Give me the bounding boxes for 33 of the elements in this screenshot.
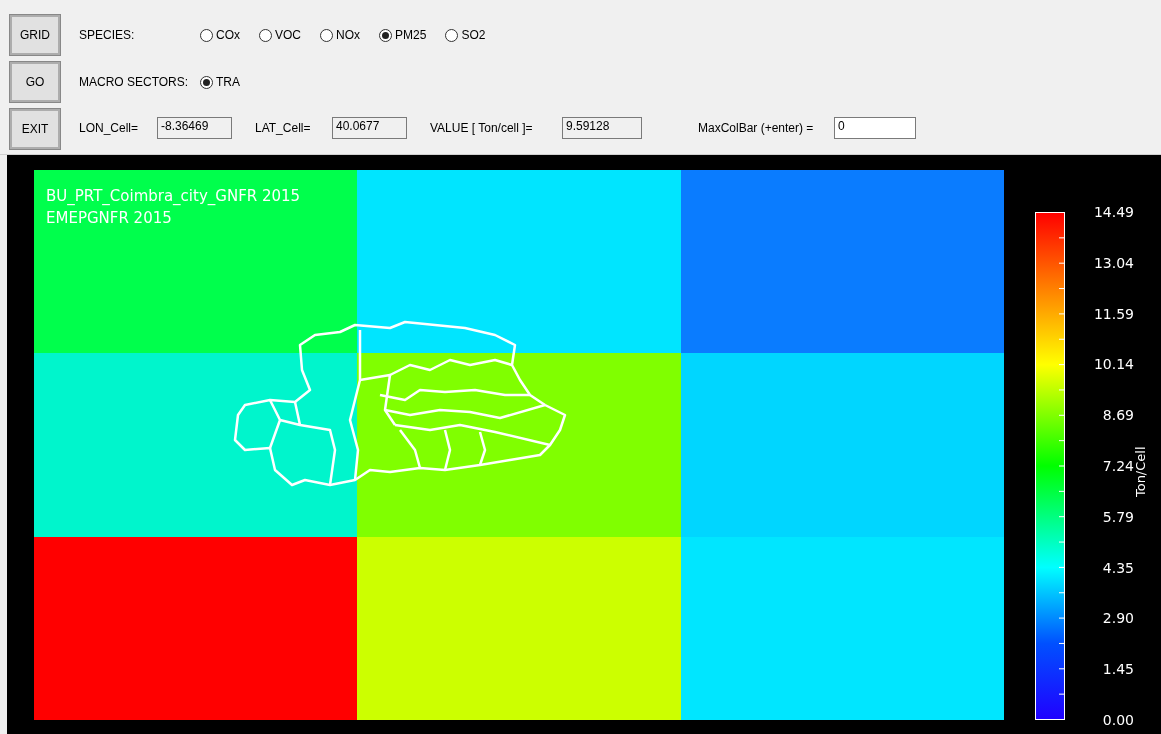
colorbar-tick-label: 2.90 bbox=[1101, 610, 1134, 627]
radio-option[interactable]: VOC bbox=[259, 26, 301, 44]
value-field[interactable]: 0 bbox=[834, 117, 916, 139]
radio-option[interactable]: SO2 bbox=[445, 26, 486, 44]
field-label: VALUE [ Ton/cell ]= bbox=[430, 120, 534, 137]
radio-option[interactable]: PM25 bbox=[379, 26, 427, 44]
field-label: MaxColBar (+enter) = bbox=[698, 120, 815, 137]
radio-option[interactable]: TRA bbox=[200, 73, 240, 91]
colorbar-tick-label: 4.35 bbox=[1101, 559, 1134, 576]
colorbar-tick-label: 14.49 bbox=[1092, 204, 1134, 220]
value-field[interactable]: 40.0677 bbox=[332, 117, 407, 139]
colorbar-tick-label: 10.14 bbox=[1092, 356, 1134, 373]
species-label: SPECIES: bbox=[79, 27, 136, 44]
value-field[interactable]: -8.36469 bbox=[157, 117, 232, 139]
radio-option[interactable]: NOx bbox=[320, 26, 360, 44]
toolbar-button[interactable]: EXIT bbox=[10, 109, 60, 149]
map-title: EMEPGNFR 2015 bbox=[46, 208, 173, 229]
radio-option[interactable]: COx bbox=[200, 26, 240, 44]
colorbar-tick-label: 1.45 bbox=[1101, 661, 1134, 678]
macro-sectors-label: MACRO SECTORS: bbox=[79, 74, 190, 91]
toolbar-button[interactable]: GRID bbox=[10, 15, 60, 55]
colorbar-tick-label: 13.04 bbox=[1092, 254, 1134, 271]
colorbar-tick-label: 11.59 bbox=[1092, 305, 1134, 322]
field-label: LAT_Cell= bbox=[255, 120, 312, 137]
colorbar-tick-label: 7.24 bbox=[1101, 458, 1134, 474]
colorbar-title: Ton/Cell bbox=[1132, 446, 1149, 498]
toolbar-button[interactable]: GO bbox=[10, 62, 60, 102]
value-field[interactable]: 9.59128 bbox=[562, 117, 642, 139]
colorbar-tick-label: 8.69 bbox=[1101, 407, 1134, 424]
map-title: BU_PRT_Coimbra_city_GNFR 2015 bbox=[46, 186, 301, 207]
field-label: LON_Cell= bbox=[79, 120, 140, 137]
colorbar-tick-label: 5.79 bbox=[1101, 508, 1134, 525]
colorbar-tick-label: 0.00 bbox=[1101, 712, 1134, 728]
